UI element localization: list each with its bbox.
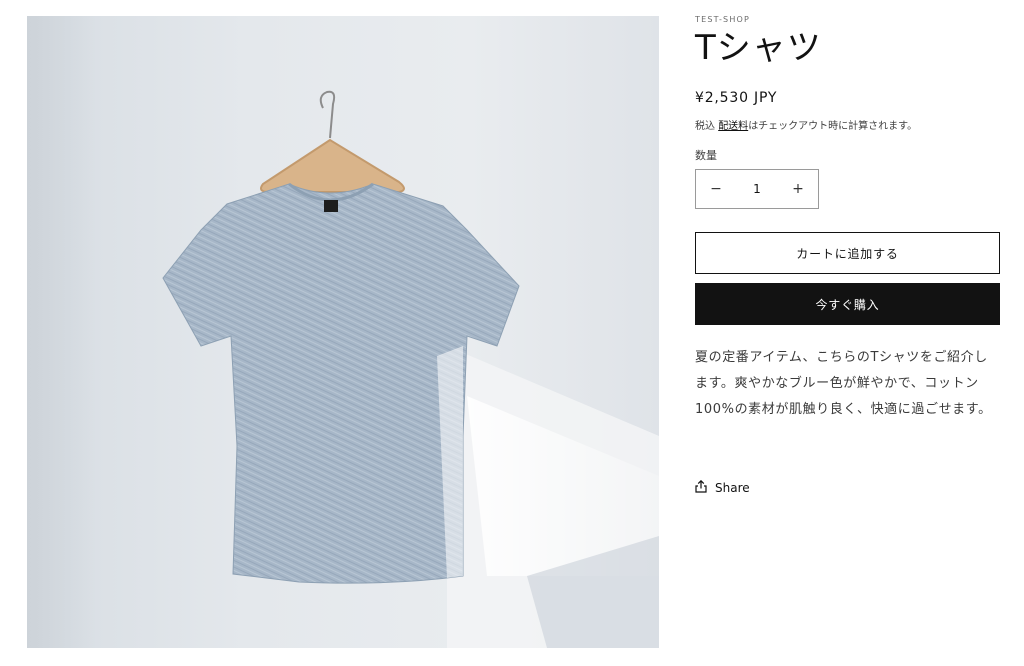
share-label: Share: [715, 481, 750, 495]
quantity-increase-button[interactable]: +: [778, 170, 818, 208]
quantity-stepper: − 1 +: [695, 169, 819, 209]
product-description: 夏の定番アイテム、こちらのTシャツをご紹介します。爽やかなブルー色が鮮やかで、コ…: [695, 350, 992, 417]
tax-prefix: 税込: [695, 121, 715, 132]
add-to-cart-button[interactable]: カートに追加する: [695, 232, 1000, 274]
share-icon: [695, 479, 707, 496]
product-image[interactable]: [27, 16, 659, 648]
product-title: Tシャツ: [695, 28, 822, 68]
vendor-label: TEST-SHOP: [695, 15, 751, 24]
quantity-label: 数量: [695, 149, 717, 162]
quantity-input[interactable]: 1: [736, 182, 778, 196]
tax-note: 税込 配送料はチェックアウト時に計算されます。: [695, 117, 917, 132]
product-price: ¥2,530 JPY: [695, 90, 778, 106]
tax-suffix: はチェックアウト時に計算されます。: [748, 121, 918, 132]
tshirt-photo: [162, 90, 659, 648]
share-button[interactable]: Share: [695, 479, 750, 496]
buy-now-button[interactable]: 今すぐ購入: [695, 283, 1000, 325]
shipping-link[interactable]: 配送料: [718, 121, 748, 132]
quantity-decrease-button[interactable]: −: [696, 170, 736, 208]
